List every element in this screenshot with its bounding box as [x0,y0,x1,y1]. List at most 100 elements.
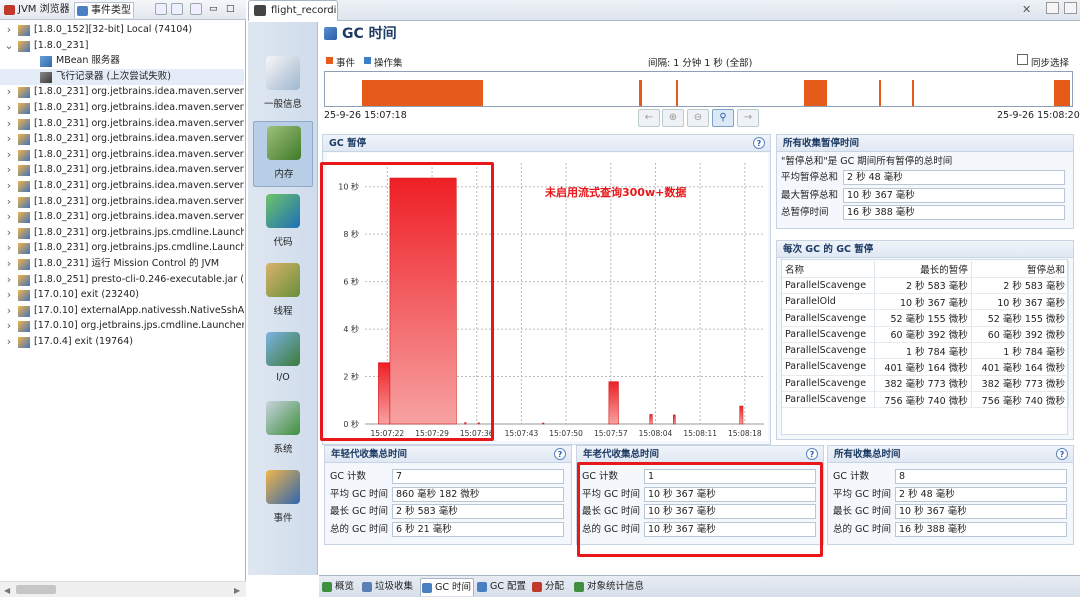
column-header[interactable]: 名称 [782,261,875,278]
chevron-right-icon[interactable]: › [4,303,14,319]
tree-item[interactable]: › [1.8.0_231] org.jetbrains.idea.maven.se… [0,209,244,225]
table-row[interactable]: ParallelOld 10 秒 367 毫秒 10 秒 367 毫秒 [782,293,1070,311]
tree-item[interactable]: › [17.0.10] exit (23240) [0,287,244,303]
field-value[interactable]: 16 秒 388 毫秒 [843,205,1065,220]
chevron-right-icon[interactable]: › [4,178,14,194]
scroll-thumb[interactable] [16,585,56,594]
field-value[interactable]: 16 秒 388 毫秒 [895,521,1067,537]
column-header[interactable]: 暂停总和 [971,261,1070,278]
nav-item-4[interactable]: I/O [253,328,313,394]
tree-item[interactable]: › [1.8.0_231] org.jetbrains.idea.maven.se… [0,84,244,100]
horizontal-scrollbar[interactable]: ◀ ▶ [0,581,246,597]
tab-jvm-browser[interactable]: JVM 浏览器 [2,2,74,18]
minimize-editor-icon[interactable] [1046,2,1059,14]
field-value[interactable]: 860 毫秒 182 微秒 [392,486,564,502]
tree-item[interactable]: › [17.0.10] externalApp.nativessh.NativeS… [0,303,244,319]
gc-pause-bar[interactable] [542,422,545,425]
field-value[interactable]: 10 秒 367 毫秒 [843,187,1065,203]
nav-item-6[interactable]: 事件 [253,466,313,532]
tab-event-types[interactable]: 事件类型 [74,2,134,18]
table-row[interactable]: ParallelScavenge 382 毫秒 773 微秒 382 毫秒 773 … [782,375,1070,392]
chevron-right-icon[interactable]: › [4,116,14,132]
tree-item[interactable]: › [1.8.0_231] org.jetbrains.idea.maven.se… [0,100,244,116]
nav-item-1[interactable]: 内存 [253,121,313,187]
chevron-right-icon[interactable]: › [4,100,14,116]
tree-item[interactable]: › [1.8.0_231] 运行 Mission Control 的 JVM [0,256,244,272]
help-icon[interactable]: ? [806,448,818,460]
tree-item[interactable]: › [1.8.0_231] org.jetbrains.jps.cmdline.L… [0,225,244,241]
chevron-right-icon[interactable]: › [4,131,14,147]
gc-pause-bar[interactable] [649,414,653,425]
tab-gc[interactable]: 垃圾收集 [361,578,418,596]
tree-item[interactable]: MBean 服务器 [0,53,244,69]
field-value[interactable]: 2 秒 48 毫秒 [895,486,1067,502]
help-icon[interactable]: ? [753,137,765,149]
tab-object-stats[interactable]: 对象统计信息 [573,578,653,596]
pan-right-button[interactable]: → [737,109,759,127]
field-value[interactable]: 2 秒 583 毫秒 [392,504,564,519]
collapse-all-icon[interactable] [155,3,167,15]
tab-overview[interactable]: 概览 [321,578,359,596]
tree-item[interactable]: › [1.8.0_231] org.jetbrains.idea.maven.se… [0,194,244,210]
chevron-right-icon[interactable]: › [4,194,14,210]
tab-allocation[interactable]: 分配 [531,578,571,596]
view-menu-icon[interactable] [190,3,202,15]
tree-item[interactable]: › [1.8.0_231] org.jetbrains.jps.cmdline.L… [0,240,244,256]
table-row[interactable]: ParallelScavenge 1 秒 784 毫秒 1 秒 784 毫秒 [782,342,1070,360]
tree-item[interactable]: › [17.0.10] org.jetbrains.jps.cmdline.Lau… [0,318,244,334]
zoom-in-button[interactable]: ⊕ [662,109,684,127]
chevron-right-icon[interactable]: › [4,334,14,350]
help-icon[interactable]: ? [554,448,566,460]
table-row[interactable]: ParallelScavenge 756 毫秒 740 微秒 756 毫秒 740 … [782,391,1070,409]
chevron-right-icon[interactable]: › [4,22,14,38]
field-value[interactable]: 2 秒 48 毫秒 [843,170,1065,185]
tree-item[interactable]: 飞行记录器 (上次尝试失败) [0,68,244,85]
tree-item[interactable]: › [1.8.0_231] org.jetbrains.idea.maven.se… [0,116,244,132]
nav-item-2[interactable]: 代码 [253,190,313,256]
table-row[interactable]: ParallelScavenge 401 毫秒 164 微秒 401 毫秒 164 … [782,358,1070,376]
chevron-right-icon[interactable]: › [4,318,14,334]
tree-item[interactable]: › [1.8.0_231] org.jetbrains.idea.maven.se… [0,131,244,147]
scroll-right-icon[interactable]: ▶ [234,586,240,595]
chevron-right-icon[interactable]: › [4,240,14,256]
nav-item-5[interactable]: 系统 [253,397,313,463]
chevron-right-icon[interactable]: › [4,84,14,100]
table-row[interactable]: ParallelScavenge 60 毫秒 392 微秒 60 毫秒 392 微秒 [782,326,1070,343]
gc-pause-bar[interactable] [673,414,676,425]
chevron-right-icon[interactable]: › [4,287,14,303]
gc-pause-bar[interactable] [739,405,744,425]
tree-item[interactable]: › [1.8.0_231] org.jetbrains.idea.maven.se… [0,147,244,163]
tree-item[interactable]: › [1.8.0_251] presto-cli-0.246-executable… [0,272,244,288]
chevron-right-icon[interactable]: › [4,209,14,225]
field-value[interactable]: 8 [895,469,1067,484]
gc-pause-bar[interactable] [608,381,619,425]
chevron-right-icon[interactable]: › [4,225,14,241]
nav-item-0[interactable]: 一般信息 [253,52,313,118]
maximize-editor-icon[interactable] [1064,2,1077,14]
chevron-right-icon[interactable]: › [4,272,14,288]
help-icon[interactable]: ? [1056,448,1068,460]
filter-icon[interactable] [171,3,183,15]
tree-item[interactable]: › [1.8.0_231] org.jetbrains.idea.maven.se… [0,178,244,194]
chevron-right-icon[interactable]: › [4,256,14,272]
nav-item-3[interactable]: 线程 [253,259,313,325]
table-row[interactable]: ParallelScavenge 52 毫秒 155 微秒 52 毫秒 155 微秒 [782,309,1070,327]
tab-flight-recording[interactable]: flight_recording [248,0,338,21]
field-value[interactable]: 7 [392,469,564,484]
scroll-left-icon[interactable]: ◀ [4,586,10,595]
field-value[interactable]: 6 秒 21 毫秒 [392,521,564,537]
chevron-right-icon[interactable]: › [4,162,14,178]
table-row[interactable]: ParallelScavenge 2 秒 583 毫秒 2 秒 583 毫秒 [782,277,1070,295]
close-editor-icon[interactable]: ✕ [1022,3,1031,16]
timeline-range[interactable] [324,71,1073,107]
tree-item[interactable]: › [1.8.0_231] org.jetbrains.idea.maven.se… [0,162,244,178]
chevron-down-icon[interactable]: ⌄ [4,38,14,54]
sync-selection-checkbox[interactable] [1017,54,1028,65]
maximize-icon[interactable]: □ [226,3,238,15]
field-value[interactable]: 10 秒 367 毫秒 [895,504,1067,519]
tree-item[interactable]: › [17.0.4] exit (19764) [0,334,244,350]
zoom-out-button[interactable]: ⊖ [687,109,709,127]
column-header[interactable]: 最长的暂停 [874,261,972,278]
chevron-right-icon[interactable]: › [4,147,14,163]
pan-left-button[interactable]: ← [638,109,660,127]
